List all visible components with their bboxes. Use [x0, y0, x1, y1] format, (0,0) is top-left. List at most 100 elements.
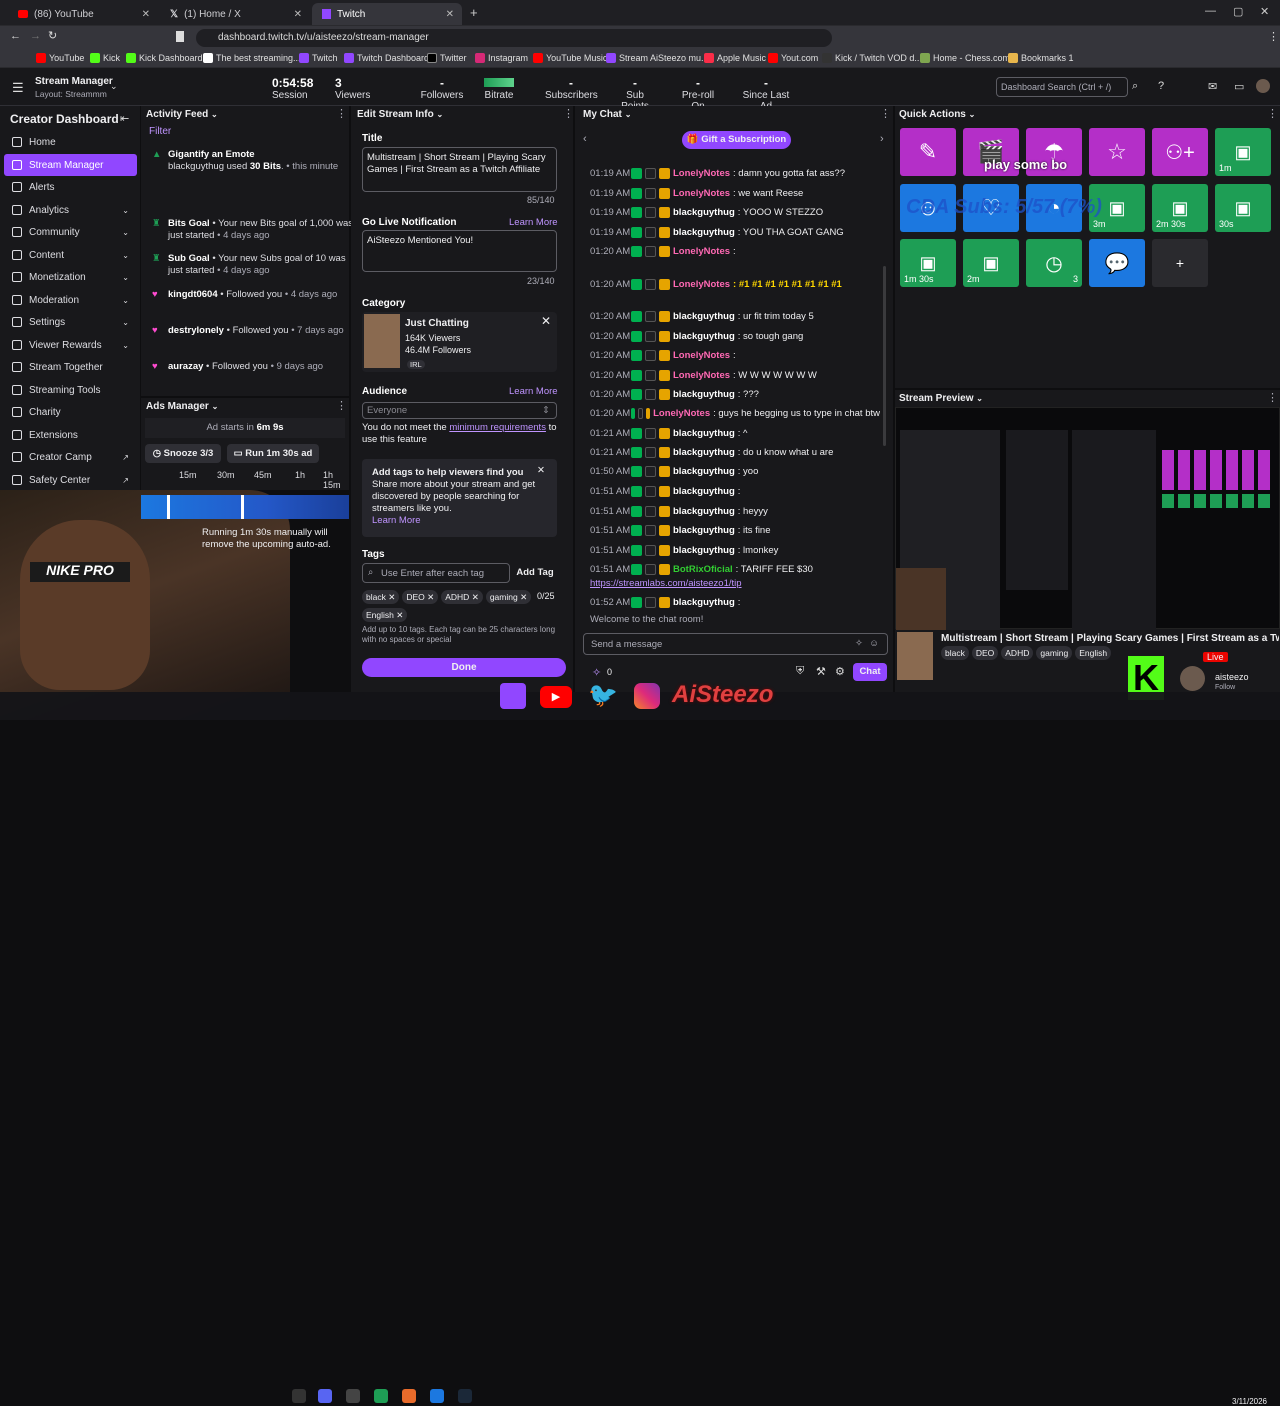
chat-username[interactable]: LonelyNotes	[673, 370, 730, 381]
quick-action-highlight[interactable]: ☆	[1089, 128, 1145, 176]
badge-icon[interactable]	[631, 168, 642, 179]
badge-icon[interactable]	[631, 408, 635, 419]
minimum-requirements-link[interactable]: minimum requirements	[449, 422, 546, 433]
badge-icon[interactable]	[646, 408, 651, 419]
chevron-right-icon[interactable]: ›	[880, 133, 884, 145]
chat-scrollbar[interactable]	[883, 266, 886, 446]
audience-select[interactable]: Everyone ⇕	[362, 402, 557, 419]
chat-username[interactable]: blackguythug	[673, 525, 735, 536]
browser-tab-x[interactable]: 𝕏 (1) Home / X ✕	[160, 3, 310, 25]
golive-input[interactable]: AiSteezo Mentioned You!	[362, 230, 557, 272]
tag-chip[interactable]: black	[941, 646, 969, 660]
filter-link[interactable]: Filter	[149, 126, 171, 137]
chat-input[interactable]: Send a message ✧ ☺	[583, 633, 888, 655]
layout-selector[interactable]: Layout: Streammm	[35, 89, 107, 99]
chat-username[interactable]: blackguythug	[673, 545, 735, 556]
badge-icon[interactable]	[631, 279, 642, 290]
badge-icon[interactable]	[659, 389, 670, 400]
bookmark-streaming[interactable]: The best streaming...	[203, 53, 301, 63]
badge-icon[interactable]	[637, 408, 644, 419]
back-icon[interactable]: ←	[10, 30, 21, 42]
quick-action-ad-2m30[interactable]: ▣ 2m 30s	[1152, 184, 1208, 232]
bookmark-twitter[interactable]: Twitter	[427, 53, 467, 63]
sidebar-item-home[interactable]: Home	[4, 131, 137, 153]
chat-title[interactable]: My Chat ⌄	[583, 107, 631, 121]
bookmark-youtube[interactable]: YouTube	[36, 53, 84, 63]
stream-preview-title[interactable]: Stream Preview ⌄	[899, 391, 983, 405]
title-input[interactable]: Multistream | Short Stream | Playing Sca…	[362, 147, 557, 192]
badge-icon[interactable]	[645, 597, 656, 608]
badge-icon[interactable]	[659, 506, 670, 517]
steam-icon[interactable]	[458, 1389, 472, 1403]
more-icon[interactable]: ⋮	[1267, 107, 1278, 120]
minimize-icon[interactable]: —	[1205, 5, 1216, 17]
browser-tab-twitch[interactable]: Twitch ✕	[312, 3, 462, 25]
window-close-icon[interactable]: ✕	[1260, 5, 1269, 18]
badge-icon[interactable]	[659, 246, 670, 257]
bookmark-twitch[interactable]: Twitch	[299, 53, 338, 63]
shield-icon[interactable]: ⛨	[796, 665, 804, 678]
sidebar-item-analytics[interactable]: Analytics ⌄	[4, 199, 137, 221]
browser-tab-youtube[interactable]: (86) YouTube ✕	[8, 3, 158, 25]
badge-icon[interactable]	[659, 525, 670, 536]
badge-icon[interactable]	[631, 525, 642, 536]
chat-username[interactable]: blackguythug	[673, 227, 735, 238]
quick-action-ad-1m[interactable]: ▣ 1m	[1215, 128, 1271, 176]
badge-icon[interactable]	[645, 486, 656, 497]
chat-username[interactable]: blackguythug	[673, 466, 735, 477]
tag-chip[interactable]: English ✕	[362, 608, 408, 622]
more-icon[interactable]: ⋮	[336, 399, 347, 412]
tag-chip[interactable]: black ✕	[362, 590, 400, 604]
sidebar-item-safety-center[interactable]: Safety Center ↗	[4, 469, 137, 491]
more-icon[interactable]: ⋮	[1267, 391, 1278, 404]
tags-learn-more[interactable]: Learn More	[372, 515, 421, 526]
sidebar-item-stream-together[interactable]: Stream Together	[4, 356, 137, 378]
app-icon[interactable]	[430, 1389, 444, 1403]
badge-icon[interactable]	[645, 188, 656, 199]
quick-action-ad-2m[interactable]: ▣ 2m	[963, 239, 1019, 287]
badge-icon[interactable]	[645, 525, 656, 536]
close-icon[interactable]: ✕	[294, 9, 302, 20]
badge-icon[interactable]	[645, 168, 656, 179]
quick-action-chat[interactable]: 💬	[1089, 239, 1145, 287]
quick-action-add[interactable]: +	[1152, 239, 1208, 287]
done-button[interactable]: Done	[362, 658, 566, 677]
chat-username[interactable]: blackguythug	[673, 597, 735, 608]
address-bar[interactable]: dashboard.twitch.tv/u/aisteezo/stream-ma…	[196, 29, 832, 47]
category-tag[interactable]: IRL	[407, 360, 425, 369]
sidebar-item-extensions[interactable]: Extensions	[4, 424, 137, 446]
badge-icon[interactable]	[659, 597, 670, 608]
quick-action-ad-1m30[interactable]: ▣ 1m 30s	[900, 239, 956, 287]
sidebar-item-creator-camp[interactable]: Creator Camp ↗	[4, 446, 137, 468]
avatar[interactable]	[1256, 79, 1270, 93]
sidebar-item-moderation[interactable]: Moderation ⌄	[4, 289, 137, 311]
chat-username[interactable]: LonelyNotes	[673, 188, 730, 199]
badge-icon[interactable]	[631, 564, 642, 575]
badge-icon[interactable]	[659, 311, 670, 322]
bookmark-twitch-dashboard[interactable]: Twitch Dashboard	[344, 53, 429, 63]
badge-icon[interactable]	[659, 545, 670, 556]
badge-icon[interactable]	[631, 311, 642, 322]
tags-input[interactable]: ⌕ Use Enter after each tag	[362, 563, 510, 583]
chat-username[interactable]: blackguythug	[673, 447, 735, 458]
badge-icon[interactable]	[659, 207, 670, 218]
badge-icon[interactable]	[659, 447, 670, 458]
help-icon[interactable]: ?	[1158, 80, 1164, 92]
bookmark-folder[interactable]: Bookmarks 1	[1008, 53, 1074, 63]
close-icon[interactable]: ✕	[541, 314, 551, 328]
chat-send-button[interactable]: Chat	[853, 663, 887, 681]
badge-icon[interactable]	[631, 227, 642, 238]
sidebar-item-content[interactable]: Content ⌄	[4, 244, 137, 266]
maximize-icon[interactable]: ▢	[1233, 5, 1243, 18]
sidebar-item-charity[interactable]: Charity	[4, 401, 137, 423]
tag-chip[interactable]: gaming	[1036, 646, 1073, 660]
tool-icon[interactable]: ⚒	[816, 665, 826, 678]
quick-action-add-user[interactable]: ⚇+	[1152, 128, 1208, 176]
collapse-icon[interactable]: ⇤	[120, 112, 129, 125]
badge-icon[interactable]	[631, 447, 642, 458]
category-card[interactable]: Just Chatting 164K Viewers 46.4M Followe…	[362, 312, 557, 372]
sidebar-item-monetization[interactable]: Monetization ⌄	[4, 266, 137, 288]
badge-icon[interactable]	[645, 506, 656, 517]
app-icon[interactable]	[292, 1389, 306, 1403]
quick-action-edit[interactable]: ✎	[900, 128, 956, 176]
